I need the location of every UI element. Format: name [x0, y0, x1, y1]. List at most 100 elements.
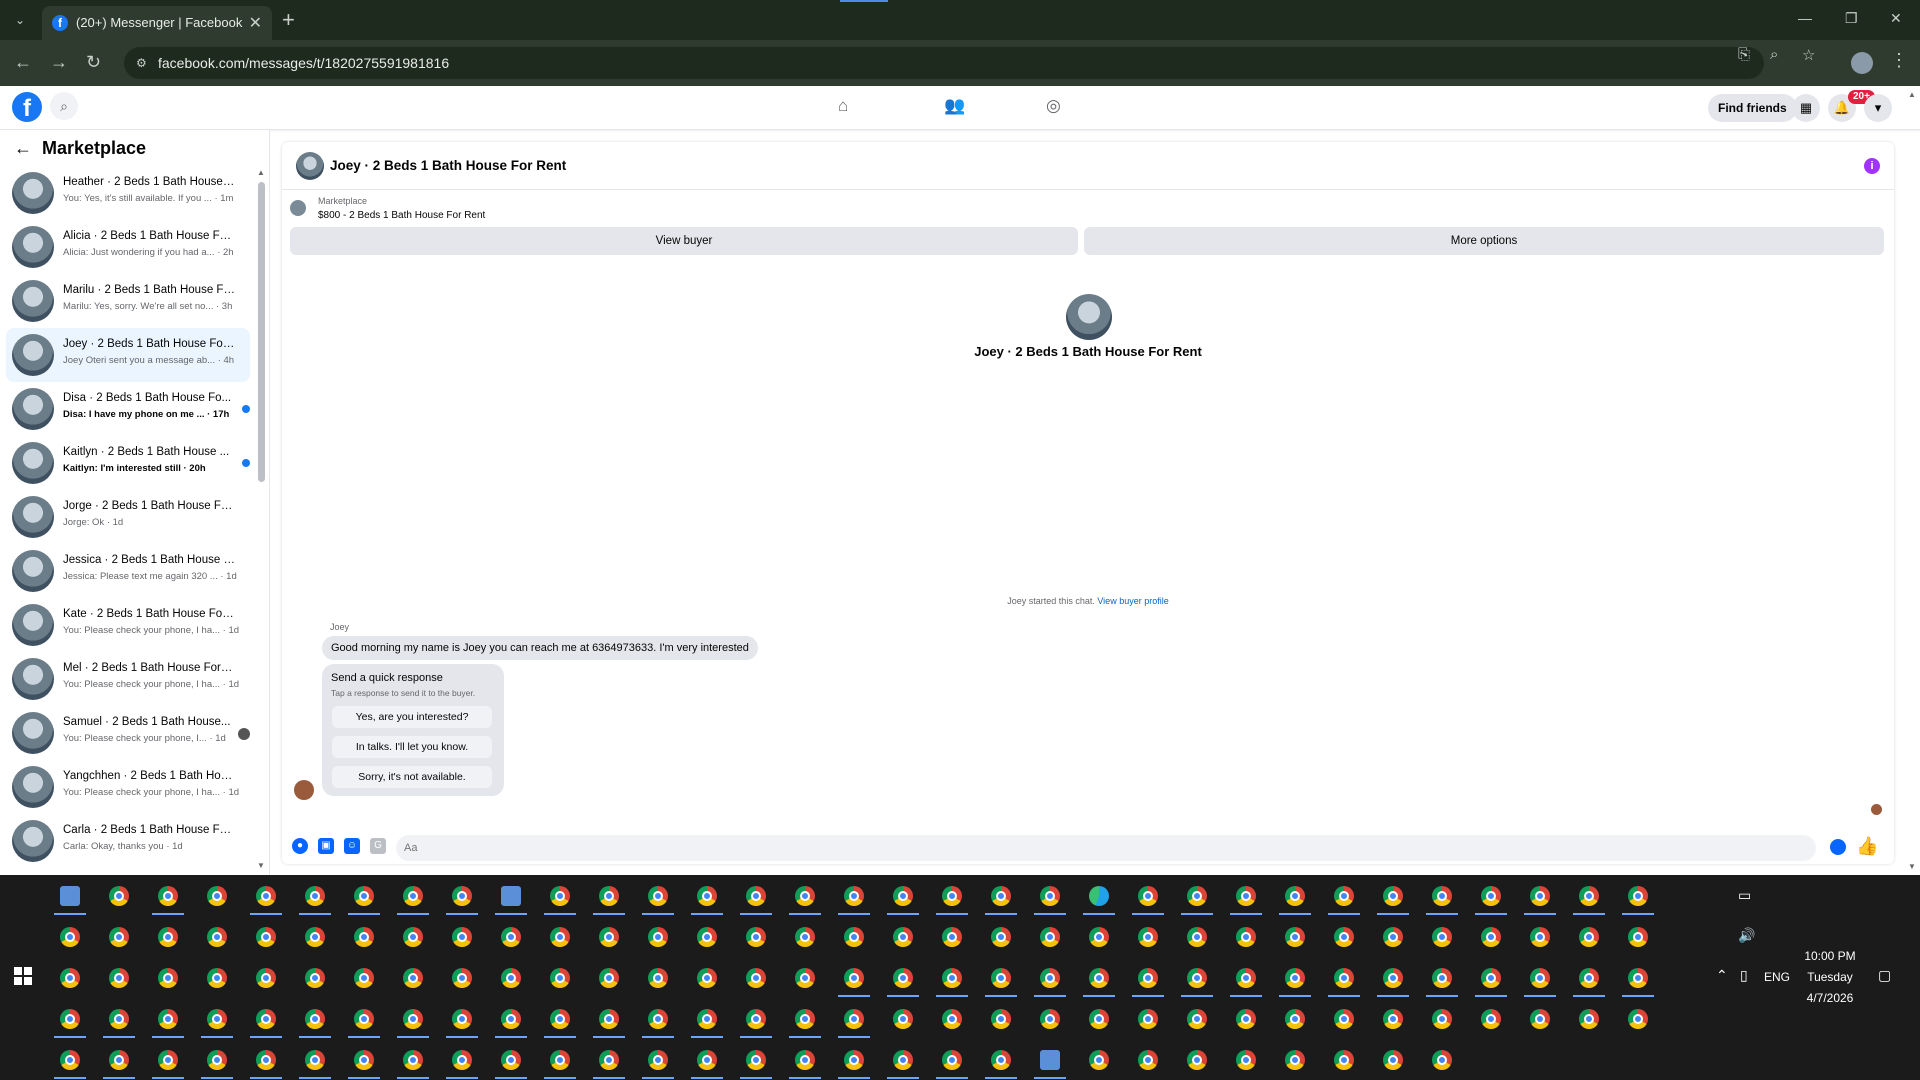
forward-icon[interactable]: →	[50, 52, 68, 72]
chrome-browser-icon[interactable]	[197, 957, 237, 997]
chrome-browser-icon[interactable]	[393, 916, 433, 956]
chrome-browser-icon[interactable]	[1471, 998, 1511, 1038]
conversation-item[interactable]: Carla · 2 Beds 1 Bath House For ... Carla…	[6, 814, 250, 868]
reload-icon[interactable]: ↻	[86, 52, 101, 72]
edge-browser-icon[interactable]	[1079, 875, 1119, 915]
chrome-browser-icon[interactable]	[344, 875, 384, 915]
chrome-browser-icon[interactable]	[638, 1039, 678, 1079]
clock-day[interactable]: Tuesday	[1800, 970, 1860, 984]
chrome-browser-icon[interactable]	[1275, 998, 1315, 1038]
chrome-browser-icon[interactable]	[344, 916, 384, 956]
sidebar-scroll-up-icon[interactable]: ▲	[257, 168, 265, 177]
chrome-browser-icon[interactable]	[1275, 1039, 1315, 1079]
conversation-item[interactable]: Jessica · 2 Beds 1 Bath House Fo... Jessi…	[6, 544, 250, 598]
chrome-browser-icon[interactable]	[99, 957, 139, 997]
chrome-browser-icon[interactable]	[246, 998, 286, 1038]
chrome-browser-icon[interactable]	[981, 998, 1021, 1038]
chrome-browser-icon[interactable]	[1520, 916, 1560, 956]
chrome-browser-icon[interactable]	[1422, 1039, 1462, 1079]
chrome-browser-icon[interactable]	[1079, 1039, 1119, 1079]
chrome-browser-icon[interactable]	[99, 1039, 139, 1079]
home-icon[interactable]: ⌂	[838, 96, 848, 116]
sticker-icon[interactable]: ☺	[344, 838, 360, 854]
chrome-browser-icon[interactable]	[589, 957, 629, 997]
chrome-browser-icon[interactable]	[246, 916, 286, 956]
chrome-browser-icon[interactable]	[883, 998, 923, 1038]
chrome-browser-icon[interactable]	[785, 916, 825, 956]
friends-icon[interactable]: 👥	[944, 96, 965, 116]
chrome-browser-icon[interactable]	[50, 957, 90, 997]
browser-menu-icon[interactable]: ⋮	[1890, 50, 1908, 71]
chrome-browser-icon[interactable]	[1324, 875, 1364, 915]
chrome-browser-icon[interactable]	[834, 916, 874, 956]
chrome-browser-icon[interactable]	[932, 1039, 972, 1079]
chrome-browser-icon[interactable]	[785, 957, 825, 997]
tray-monitor-icon[interactable]: ▭	[1738, 887, 1751, 904]
bookmark-star-icon[interactable]: ☆	[1802, 46, 1815, 64]
chrome-browser-icon[interactable]	[197, 916, 237, 956]
chrome-browser-icon[interactable]	[1177, 957, 1217, 997]
page-scroll-up-icon[interactable]: ▲	[1908, 90, 1916, 99]
chrome-browser-icon[interactable]	[1520, 875, 1560, 915]
chrome-browser-icon[interactable]	[1520, 998, 1560, 1038]
app-icon[interactable]	[491, 875, 531, 915]
chrome-browser-icon[interactable]	[932, 998, 972, 1038]
chrome-browser-icon[interactable]	[638, 875, 678, 915]
groups-icon[interactable]: ◎	[1046, 96, 1061, 116]
chrome-browser-icon[interactable]	[491, 998, 531, 1038]
chrome-browser-icon[interactable]	[834, 998, 874, 1038]
conversation-item[interactable]: Heather · 2 Beds 1 Bath House F... You: Y…	[6, 166, 250, 220]
chrome-browser-icon[interactable]	[1177, 1039, 1217, 1079]
page-scrollbar[interactable]: ▲ ▼	[1906, 86, 1920, 875]
sidebar-scrollbar[interactable]	[258, 182, 265, 482]
info-icon[interactable]: i	[1864, 158, 1880, 174]
chrome-browser-icon[interactable]	[1324, 998, 1364, 1038]
windows-start-icon[interactable]	[14, 967, 32, 985]
chrome-browser-icon[interactable]	[1569, 998, 1609, 1038]
chrome-browser-icon[interactable]	[589, 998, 629, 1038]
notification-center-icon[interactable]: ▢	[1878, 967, 1891, 984]
network-icon[interactable]: ▯	[1740, 967, 1748, 984]
chrome-browser-icon[interactable]	[1471, 957, 1511, 997]
more-options-button[interactable]: More options	[1084, 227, 1884, 255]
chrome-browser-icon[interactable]	[1128, 875, 1168, 915]
conversation-item[interactable]: Marilu · 2 Beds 1 Bath House Fo... Marilu…	[6, 274, 250, 328]
chrome-browser-icon[interactable]	[1569, 875, 1609, 915]
sidebar-scroll-down-icon[interactable]: ▼	[257, 861, 265, 870]
chrome-browser-icon[interactable]	[1275, 875, 1315, 915]
like-thumb-icon[interactable]: 👍	[1856, 836, 1878, 857]
chrome-browser-icon[interactable]	[148, 1039, 188, 1079]
chrome-browser-icon[interactable]	[540, 1039, 580, 1079]
chrome-browser-icon[interactable]	[687, 998, 727, 1038]
zoom-icon[interactable]: ⌕	[1770, 46, 1778, 63]
chrome-browser-icon[interactable]	[589, 1039, 629, 1079]
quick-response-in-talks[interactable]: In talks. I'll let you know.	[332, 736, 492, 758]
chrome-browser-icon[interactable]	[687, 875, 727, 915]
view-buyer-button[interactable]: View buyer	[290, 227, 1078, 255]
chrome-browser-icon[interactable]	[1422, 998, 1462, 1038]
chrome-browser-icon[interactable]	[589, 875, 629, 915]
browser-tab[interactable]: f (20+) Messenger | Facebook ✕	[42, 6, 272, 40]
chrome-browser-icon[interactable]	[344, 998, 384, 1038]
chrome-browser-icon[interactable]	[785, 875, 825, 915]
quick-response-yes[interactable]: Yes, are you interested?	[332, 706, 492, 728]
chrome-browser-icon[interactable]	[1177, 998, 1217, 1038]
chrome-browser-icon[interactable]	[1226, 957, 1266, 997]
chrome-browser-icon[interactable]	[1324, 916, 1364, 956]
chrome-browser-icon[interactable]	[99, 916, 139, 956]
conversation-item[interactable]: Jorge · 2 Beds 1 Bath House For... Jorge:…	[6, 490, 250, 544]
chrome-browser-icon[interactable]	[883, 916, 923, 956]
chrome-browser-icon[interactable]	[1128, 1039, 1168, 1079]
chrome-browser-icon[interactable]	[687, 1039, 727, 1079]
chrome-browser-icon[interactable]	[834, 1039, 874, 1079]
chrome-browser-icon[interactable]	[442, 916, 482, 956]
clock-date[interactable]: 4/7/2026	[1800, 991, 1860, 1005]
chrome-browser-icon[interactable]	[295, 875, 335, 915]
microphone-icon[interactable]: ●	[292, 838, 308, 854]
conversation-item[interactable]: Mel · 2 Beds 1 Bath House For R... You: P…	[6, 652, 250, 706]
minimize-icon[interactable]: —	[1798, 10, 1812, 26]
sender-avatar[interactable]	[294, 780, 314, 800]
chrome-browser-icon[interactable]	[246, 957, 286, 997]
quick-response-not-available[interactable]: Sorry, it's not available.	[332, 766, 492, 788]
chrome-browser-icon[interactable]	[1373, 875, 1413, 915]
